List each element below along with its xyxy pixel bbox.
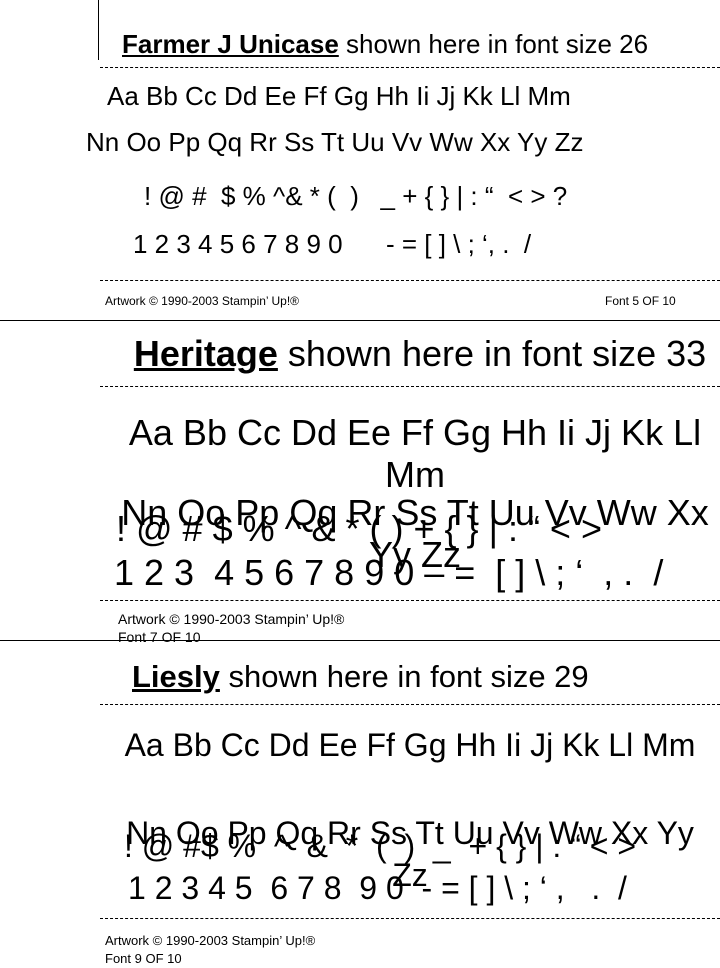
section-title: Farmer J Unicase shown here in font size… (122, 28, 648, 60)
font-index: Font 5 OF 10 (605, 294, 676, 308)
alphabet-line-1: Aa Bb Cc Dd Ee Ff Gg Hh Ii Jj Kk Ll Mm (107, 81, 571, 111)
font-index: Font 9 OF 10 (105, 951, 182, 966)
dashed-rule (100, 280, 720, 281)
copyright-line: Artwork © 1990-2003 Stampin’ Up!® (118, 611, 345, 627)
dashed-rule (100, 67, 720, 68)
font-index: Font 7 OF 10 (118, 629, 201, 645)
left-margin-line (98, 0, 99, 60)
font-name: Heritage (133, 333, 278, 374)
numbers-line: 1 2 3 4 5 6 7 8 9 0 – = [ ] \ ; ‘ , . / (114, 552, 664, 593)
dashed-rule (100, 918, 720, 919)
font-name: Liesly (132, 659, 220, 694)
title-description: shown here in font size 26 (338, 29, 649, 59)
alphabet-line-1: Aa Bb Cc Dd Ee Ff Gg Hh Ii Jj Kk Ll Mm (128, 412, 702, 495)
dashed-rule (100, 386, 720, 387)
numbers-line: 1 2 3 4 5 6 7 8 9 0 - = [ ] \ ; ‘, . / (133, 229, 532, 259)
dashed-rule (100, 704, 720, 705)
title-description: shown here in font size 29 (219, 659, 589, 694)
section-title: Liesly shown here in font size 29 (132, 658, 589, 696)
symbols-line: ! @ # $ % ^ & * ( ) + { } | : “ < > (116, 508, 602, 549)
numbers-line: 1 2 3 4 5 6 7 8 9 0 - = [ ] \ ; ‘ , . / (128, 870, 627, 906)
copyright-line: Artwork © 1990-2003 Stampin’ Up!® (105, 933, 316, 948)
symbols-line: ! @ #$ % ^ & * ( ) _ + { } | : “ < > (124, 828, 637, 864)
dashed-rule (100, 600, 720, 601)
title-description: shown here in font size 33 (277, 333, 707, 374)
alphabet-line-2: Nn Oo Pp Qq Rr Ss Tt Uu Vv Ww Xx Yy Zz (86, 127, 584, 157)
copyright-text: Artwork © 1990-2003 Stampin’ Up!® Font 7… (118, 610, 438, 646)
symbols-line: ! @ # $ % ^& * ( ) _ + { } | : “ < > ? (144, 181, 568, 211)
copyright-text: Artwork © 1990-2003 Stampin’ Up!® (105, 294, 299, 308)
copyright-text: Artwork © 1990-2003 Stampin’ Up!® Font 9… (105, 932, 425, 968)
alphabet-line-1: Aa Bb Cc Dd Ee Ff Gg Hh Ii Jj Kk Ll Mm (124, 727, 696, 763)
section-divider (0, 320, 720, 321)
font-name: Farmer J Unicase (122, 29, 339, 59)
section-title: Heritage shown here in font size 33 (130, 334, 710, 374)
